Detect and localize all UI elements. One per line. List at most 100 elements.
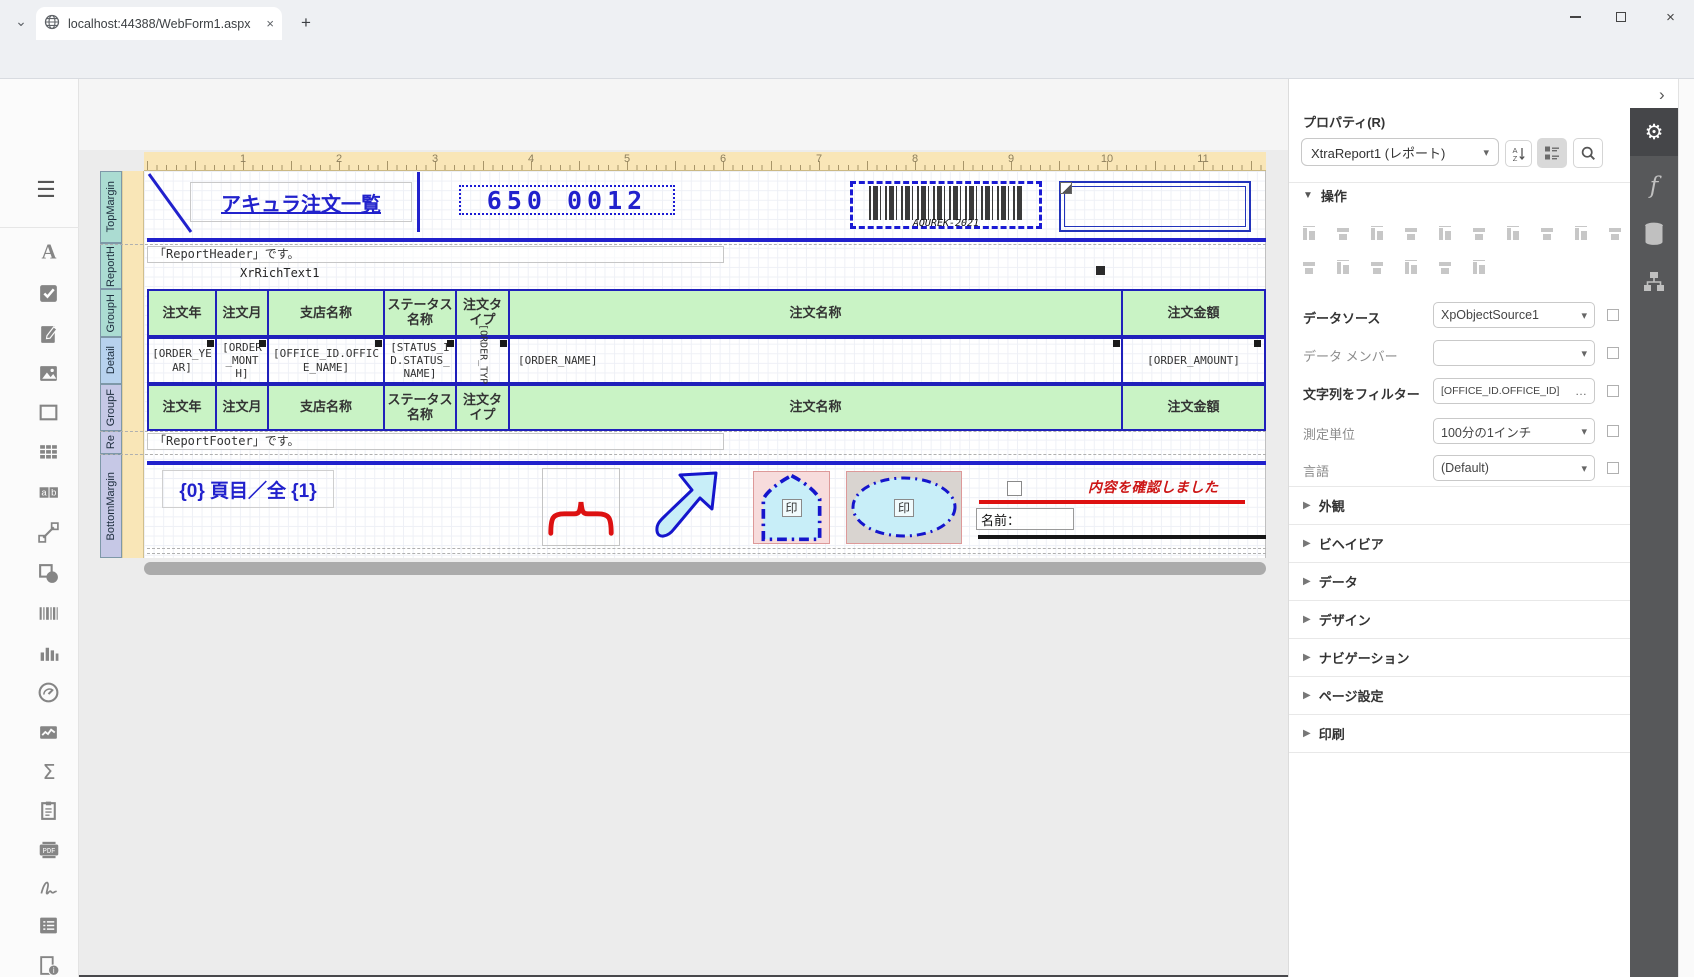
maximize-button[interactable] [1603, 2, 1639, 32]
ellipsis-button[interactable]: … [1575, 384, 1587, 398]
property-checkbox[interactable] [1607, 347, 1619, 359]
footer-header-cell[interactable]: 注文名称 [510, 386, 1123, 429]
rich-text-tool-icon[interactable] [36, 322, 61, 347]
selection-handle[interactable] [207, 340, 214, 347]
document-info-tool-icon[interactable]: i [36, 953, 61, 977]
selection-handle[interactable] [259, 340, 266, 347]
header-cell[interactable]: 注文名称 [510, 291, 1123, 335]
language-select[interactable]: (Default)▾ [1433, 455, 1595, 481]
op-icon[interactable] [1301, 226, 1317, 242]
gauge-tool-icon[interactable] [36, 680, 61, 705]
name-field-label[interactable]: 名前： [976, 508, 1074, 530]
op-icon[interactable] [1539, 226, 1555, 242]
band-label-groupheader[interactable]: GroupH [100, 289, 122, 337]
report-footer-label[interactable]: 「ReportFooter」です。 [147, 433, 724, 450]
pdf-content-tool-icon[interactable]: PDF [36, 837, 61, 862]
page-break-tool-icon[interactable] [36, 798, 61, 823]
line-tool-icon[interactable] [36, 520, 61, 545]
richtext-glyph-marker[interactable] [1096, 266, 1105, 275]
detail-cell[interactable]: [OFFICE_ID.OFFICE_NAME] [269, 339, 385, 382]
collapse-panel-icon[interactable]: › [1659, 85, 1665, 105]
vertical-line-shape[interactable] [417, 172, 420, 232]
stamp-pentagon-shape[interactable]: 印 [753, 471, 830, 544]
report-title-label[interactable]: アキュラ注文一覧 [190, 182, 412, 222]
confirm-checkbox[interactable] [1007, 481, 1022, 496]
header-cell[interactable]: 注文月 [217, 291, 269, 335]
tab-search-icon[interactable]: ⌄ [8, 8, 34, 34]
empty-panel-element[interactable] [1059, 181, 1251, 232]
op-icon[interactable] [1335, 226, 1351, 242]
arrow-shape[interactable] [650, 469, 724, 547]
op-icon[interactable] [1471, 260, 1487, 276]
property-checkbox[interactable] [1607, 425, 1619, 437]
footer-header-cell[interactable]: 注文タイプ [457, 386, 510, 429]
footer-header-cell[interactable]: 注文月 [217, 386, 269, 429]
op-icon[interactable] [1437, 260, 1453, 276]
new-tab-button[interactable]: + [293, 10, 319, 36]
band-label-reportfooter[interactable]: Re [100, 431, 122, 454]
menu-icon[interactable]: ☰ [30, 174, 62, 206]
close-button[interactable]: × [1649, 2, 1692, 32]
label-tool-icon[interactable]: A [36, 239, 61, 264]
table-tool-icon[interactable] [36, 440, 61, 465]
datamember-select[interactable]: ▾ [1433, 340, 1595, 366]
op-icon[interactable] [1369, 226, 1385, 242]
field-list-icon[interactable] [1630, 212, 1678, 256]
sparkline-tool-icon[interactable] [36, 720, 61, 745]
detail-cell[interactable]: [ORDER_NAME] [510, 339, 1123, 382]
selection-handle[interactable] [447, 340, 454, 347]
report-selector[interactable]: XtraReport1 (レポート)▾ [1301, 138, 1499, 166]
black-line-shape[interactable] [978, 535, 1266, 539]
selection-handle[interactable] [1254, 340, 1261, 347]
brace-shape[interactable] [542, 468, 620, 546]
header-cell[interactable]: ステータス名称 [385, 291, 457, 335]
op-icon[interactable] [1573, 226, 1589, 242]
page-info-label[interactable]: {0} 頁目／全 {1} [162, 470, 334, 508]
stamp-ellipse-shape[interactable]: 印 [846, 471, 962, 544]
selection-handle[interactable] [375, 340, 382, 347]
footer-header-cell[interactable]: 支店名称 [269, 386, 385, 429]
red-line-shape[interactable] [979, 500, 1245, 504]
op-icon[interactable] [1607, 226, 1623, 242]
op-icon[interactable] [1369, 260, 1385, 276]
report-explorer-icon[interactable] [1630, 260, 1678, 304]
thick-line-shape[interactable] [147, 461, 1266, 465]
page-info-tool-icon[interactable]: Σ [36, 759, 61, 784]
character-comb-tool-icon[interactable]: ab [36, 480, 61, 505]
op-icon[interactable] [1301, 260, 1317, 276]
detail-cell[interactable]: [ORDER_AMOUNT] [1123, 339, 1264, 382]
property-checkbox[interactable] [1607, 385, 1619, 397]
footer-header-cell[interactable]: 注文年 [149, 386, 217, 429]
selection-handle[interactable] [500, 340, 507, 347]
selection-handle[interactable] [1113, 340, 1120, 347]
band-label-detail[interactable]: Detail [100, 337, 122, 384]
sort-az-icon[interactable]: AZ [1505, 140, 1532, 167]
chart-tool-icon[interactable] [36, 641, 61, 666]
category-view-icon[interactable] [1537, 138, 1567, 168]
settings-gear-icon[interactable]: ⚙ [1630, 108, 1678, 156]
horizontal-scrollbar[interactable] [144, 562, 1266, 575]
operations-section-header[interactable]: ▼ 操作 [1303, 183, 1347, 207]
panel-tool-icon[interactable] [36, 400, 61, 425]
shape-tool-icon[interactable] [36, 561, 61, 586]
tab-close-icon[interactable]: × [266, 16, 274, 31]
op-icon[interactable] [1335, 260, 1351, 276]
thick-line-shape[interactable] [147, 238, 1266, 242]
confirm-text-label[interactable]: 内容を確認しました [1088, 477, 1219, 497]
browser-tab[interactable]: localhost:44388/WebForm1.aspx × [36, 7, 282, 40]
report-header-label[interactable]: 「ReportHeader」です。 [147, 246, 724, 263]
header-cell[interactable]: 注文年 [149, 291, 217, 335]
signature-tool-icon[interactable] [36, 875, 61, 900]
minimize-button[interactable] [1557, 2, 1593, 32]
op-icon[interactable] [1471, 226, 1487, 242]
op-icon[interactable] [1505, 226, 1521, 242]
code-label[interactable]: 650 0012 [459, 185, 675, 215]
property-checkbox[interactable] [1607, 309, 1619, 321]
richtext-element[interactable]: XrRichText1 [240, 266, 319, 280]
measure-units-select[interactable]: 100分の1インチ▾ [1433, 418, 1595, 444]
diagonal-line-shape[interactable] [147, 172, 193, 234]
band-label-reportheader[interactable]: ReportH [100, 243, 122, 289]
search-icon[interactable] [1573, 138, 1603, 168]
barcode-element[interactable]: AQUREK-2021 [850, 181, 1042, 229]
band-label-bottommargin[interactable]: BottomMargin [100, 454, 122, 558]
